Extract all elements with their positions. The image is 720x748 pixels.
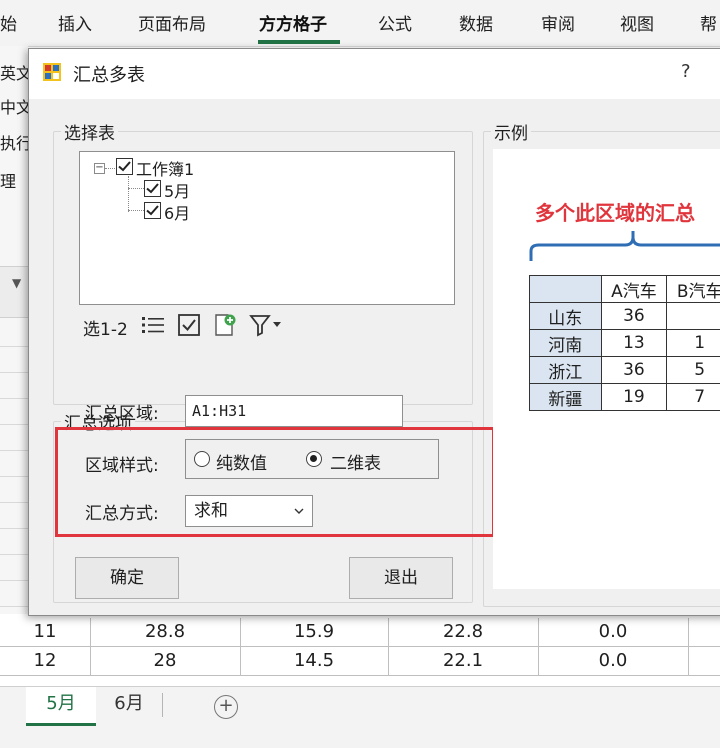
table-row: A汽车 B汽车 xyxy=(530,276,720,303)
sheet-checkbox-june[interactable] xyxy=(144,202,161,219)
table-row: 浙江 36 5 xyxy=(530,357,720,384)
table-cell: 1 xyxy=(667,330,720,357)
grid-cell[interactable]: 28 xyxy=(90,647,241,675)
collapse-icon[interactable]: − xyxy=(94,163,105,174)
table-cell: 36 xyxy=(601,357,667,384)
table-row: 河南 13 1 xyxy=(530,330,720,357)
range-input[interactable]: A1:H31 xyxy=(185,395,403,427)
table-cell: A汽车 xyxy=(601,276,667,303)
select-table-label: 选择表 xyxy=(61,119,118,144)
tree-connector xyxy=(128,188,144,189)
ribbon-group-partial: 英文 中文 执行 理 ▼ xyxy=(0,46,28,686)
ribbon-tab-review[interactable]: 审阅 xyxy=(541,10,575,35)
tree-item-june[interactable]: 6月 xyxy=(164,200,190,224)
table-cell xyxy=(667,303,720,330)
check-icon xyxy=(145,203,160,218)
caret-down-icon[interactable] xyxy=(273,322,281,328)
summarize-sheets-dialog: 汇总多表 ? 选择表 示例 汇总选项 − 工作簿1 5月 6月 xyxy=(28,48,720,616)
app-icon xyxy=(43,63,61,81)
table-cell: 36 xyxy=(601,303,667,330)
tree-connector xyxy=(128,210,144,211)
grid-cell[interactable] xyxy=(688,618,720,646)
tree-toolbar: 选1-2 xyxy=(81,307,453,343)
highlight-annotation xyxy=(55,427,495,537)
root-checkbox[interactable] xyxy=(116,158,133,175)
table-cell: 7 xyxy=(667,384,720,411)
example-title: 多个此区域的汇总 xyxy=(535,197,695,226)
grid-cell[interactable]: 28.8 xyxy=(90,618,241,646)
range-label: 汇总区域: xyxy=(85,399,159,424)
grid-cell[interactable]: 22.8 xyxy=(388,618,539,646)
ok-button[interactable]: 确定 xyxy=(75,557,179,599)
dialog-titlebar[interactable]: 汇总多表 ? xyxy=(29,49,720,99)
grid-cell[interactable]: 0.0 xyxy=(538,618,689,646)
grid-cell[interactable]: 0.0 xyxy=(538,647,689,675)
ribbon-tab-data[interactable]: 数据 xyxy=(459,10,493,35)
example-preview: 多个此区域的汇总 A汽车 B汽车 山东 36 河南 13 1 浙江 36 xyxy=(493,149,720,589)
left-item-manage[interactable]: 理 xyxy=(0,168,16,192)
sheet-tab-bar: 5月 6月 + xyxy=(0,686,720,748)
dialog-title: 汇总多表 xyxy=(73,61,145,87)
active-tab-indicator xyxy=(258,40,340,44)
plus-circle-icon[interactable]: + xyxy=(214,695,238,719)
table-cell: 19 xyxy=(601,384,667,411)
exit-button[interactable]: 退出 xyxy=(349,557,453,599)
grid-cell[interactable]: 11 xyxy=(0,618,91,646)
tree-root-label[interactable]: 工作簿1 xyxy=(136,156,194,180)
ribbon-tab-view[interactable]: 视图 xyxy=(620,10,654,35)
chevron-down-icon[interactable]: ▼ xyxy=(12,276,21,290)
grid-cell[interactable]: 14.5 xyxy=(240,647,389,675)
ribbon-tab-page-layout[interactable]: 页面布局 xyxy=(138,10,206,35)
ribbon-tab-formulas[interactable]: 公式 xyxy=(378,10,412,35)
name-box-partial[interactable] xyxy=(0,266,28,318)
table-cell: 河南 xyxy=(530,330,602,357)
tree-item-may[interactable]: 5月 xyxy=(164,178,190,202)
ribbon-tab-help[interactable]: 帮 xyxy=(700,10,717,35)
grid-cell[interactable]: 15.9 xyxy=(240,618,389,646)
example-table: A汽车 B汽车 山东 36 河南 13 1 浙江 36 5 新疆 19 7 xyxy=(529,275,720,411)
table-row: 11 28.8 15.9 22.8 0.0 xyxy=(0,618,720,647)
ribbon-tab-start[interactable]: 始 xyxy=(0,10,17,35)
table-cell xyxy=(530,276,602,303)
brace-icon xyxy=(529,227,720,263)
tree-connector xyxy=(105,168,115,169)
table-cell: 浙江 xyxy=(530,357,602,384)
tree-connector xyxy=(128,176,129,212)
grid-cell[interactable]: 22.1 xyxy=(388,647,539,675)
table-cell: 5 xyxy=(667,357,720,384)
sheet-tab-may[interactable]: 5月 xyxy=(26,687,96,726)
table-row: 新疆 19 7 xyxy=(530,384,720,411)
check-icon xyxy=(117,159,132,174)
selection-count: 选1-2 xyxy=(83,315,128,340)
add-sheet-icon[interactable] xyxy=(213,313,237,337)
table-row: 12 28 14.5 22.1 0.0 xyxy=(0,647,720,676)
table-cell: 新疆 xyxy=(530,384,602,411)
table-cell: 13 xyxy=(601,330,667,357)
grid-cell[interactable]: 12 xyxy=(0,647,91,675)
check-all-icon[interactable] xyxy=(177,313,201,337)
ribbon: 始 插入 页面布局 方方格子 公式 数据 审阅 视图 帮 xyxy=(0,0,720,47)
ribbon-tab-insert[interactable]: 插入 xyxy=(58,10,92,35)
tab-separator xyxy=(162,693,163,717)
example-label: 示例 xyxy=(491,119,531,144)
list-icon[interactable] xyxy=(141,313,165,337)
check-icon xyxy=(145,181,160,196)
sheet-tree[interactable]: − 工作簿1 5月 6月 xyxy=(79,151,455,305)
table-cell: B汽车 xyxy=(667,276,720,303)
filter-icon[interactable] xyxy=(249,313,273,337)
grid-cell[interactable] xyxy=(688,647,720,675)
worksheet-grid: 11 28.8 15.9 22.8 0.0 12 28 14.5 22.1 0.… xyxy=(0,614,720,686)
table-row: 山东 36 xyxy=(530,303,720,330)
table-cell: 山东 xyxy=(530,303,602,330)
sheet-checkbox-may[interactable] xyxy=(144,180,161,197)
sheet-tab-june[interactable]: 6月 xyxy=(104,687,154,723)
help-button[interactable]: ? xyxy=(681,61,691,82)
ribbon-tab-ffcell[interactable]: 方方格子 xyxy=(259,10,327,35)
